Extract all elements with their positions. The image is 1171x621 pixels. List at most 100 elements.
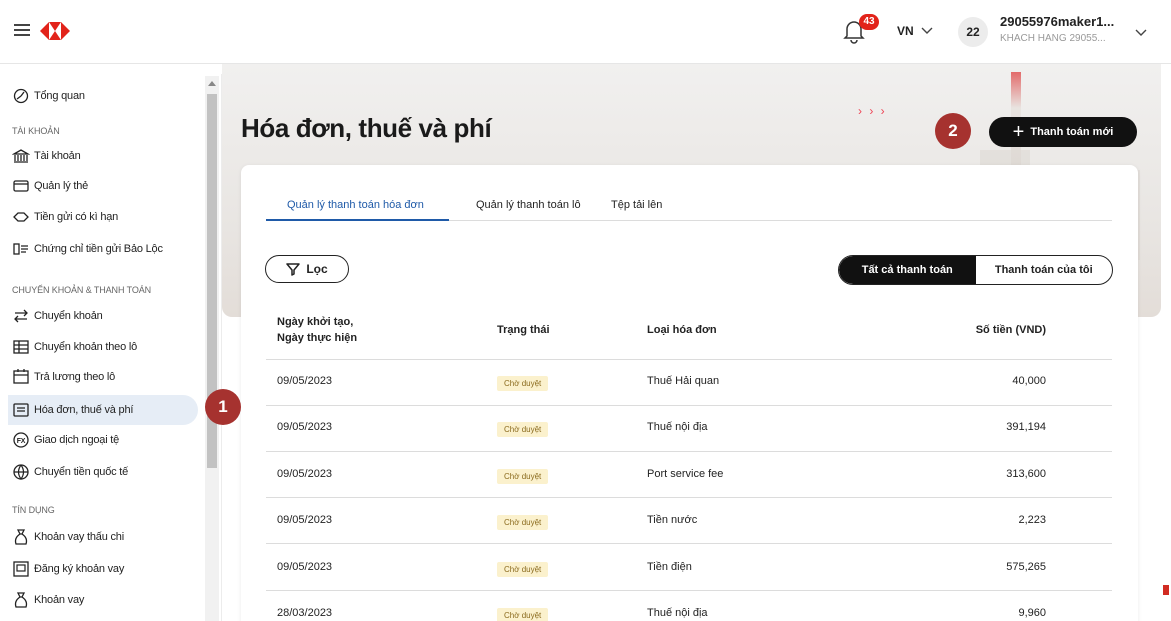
svg-text:FX: FX [17, 438, 26, 445]
sidebar-item-label: Đăng ký khoản vay [34, 563, 125, 575]
sidebar-item-label: Chuyển tiền quốc tế [34, 466, 129, 478]
sidebar-item-label: Giao dịch ngoại tệ [34, 434, 120, 446]
sidebar-item-label: Chứng chỉ tiền gửi Bảo Lộc [34, 243, 163, 255]
sidebar-item-batch-transfer[interactable]: Chuyển khoản theo lô [12, 332, 194, 362]
sidebar-item-payroll[interactable]: Trả lương theo lô [12, 362, 194, 392]
callout-marker: 2 [935, 113, 971, 149]
cell-type: Tiền nước [647, 514, 698, 526]
money-bag-icon [14, 529, 28, 545]
new-payment-label: Thanh toán mới [1030, 126, 1114, 138]
cell-type: Thuế nội địa [647, 421, 708, 433]
sidebar-item-overdraft[interactable]: Khoản vay thấu chi [12, 522, 194, 552]
sidebar-item-bills[interactable]: Hóa đơn, thuế và phí [8, 395, 198, 425]
page-title: Hóa đơn, thuế và phí [241, 113, 492, 143]
row-divider [266, 543, 1112, 544]
status-badge: Chờ duyệt [497, 422, 549, 437]
money-bag-icon [14, 592, 28, 608]
row-divider [266, 497, 1112, 498]
certificate-icon [13, 243, 28, 255]
chevron-down-icon[interactable] [920, 23, 934, 37]
cell-date: 09/05/2023 [277, 468, 333, 480]
edge-marker [1163, 585, 1169, 595]
cell-date: 09/05/2023 [277, 375, 333, 387]
my-payments-option[interactable]: Thanh toán của tôi [976, 256, 1113, 284]
document-icon [13, 561, 29, 577]
sidebar-item-loan-register[interactable]: Đăng ký khoản vay [12, 554, 194, 584]
card-icon [13, 180, 29, 192]
section-title: TÀI KHOẢN [12, 126, 60, 136]
fx-icon: FX [13, 432, 29, 448]
filter-button[interactable]: Lọc [265, 255, 349, 283]
sidebar-item-label: Khoản vay [34, 594, 85, 606]
sidebar-item-label: Tiền gửi có kì hạn [34, 211, 119, 223]
filter-icon [286, 263, 301, 276]
tab-active-indicator [266, 219, 449, 221]
sidebar-item-cards[interactable]: Quản lý thẻ [12, 171, 194, 201]
new-payment-button[interactable]: + Thanh toán mới [989, 117, 1137, 147]
status-badge: Chờ duyệt [497, 562, 549, 577]
calendar-icon [13, 369, 29, 384]
menu-icon[interactable] [14, 24, 30, 36]
sidebar-item-label: Chuyển khoản theo lô [34, 341, 138, 353]
bill-icon [13, 403, 29, 417]
row-divider [266, 451, 1112, 452]
cell-type: Tiền điện [647, 561, 692, 573]
sidebar-item-label: Tài khoản [34, 150, 81, 162]
cell-amount: 40,000 [1012, 375, 1046, 387]
plus-icon: + [1012, 121, 1025, 143]
section-title: CHUYỂN KHOẢN & THANH TOÁN [12, 285, 152, 295]
sidebar-item-label: Hóa đơn, thuế và phí [34, 404, 134, 416]
deposit-icon [13, 212, 29, 222]
user-company: KHACH HANG 29055... [1000, 33, 1106, 44]
sidebar-item-label: Tổng quan [34, 90, 85, 102]
cell-date: 09/05/2023 [277, 561, 333, 573]
sidebar-item-transfer[interactable]: Chuyển khoản [12, 301, 194, 331]
section-title: TÍN DỤNG [12, 505, 55, 515]
column-header-status: Trạng thái [497, 324, 550, 336]
decoration-arrows-icon: › › › [858, 104, 887, 118]
dashboard-icon [13, 88, 29, 104]
cell-date: 09/05/2023 [277, 421, 333, 433]
cell-date: 28/03/2023 [277, 607, 333, 619]
sidebar-item-fx[interactable]: FX Giao dịch ngoại tệ [12, 425, 194, 455]
bank-icon [12, 149, 30, 163]
sidebar-item-label: Quản lý thẻ [34, 180, 89, 192]
cell-amount: 391,194 [1006, 421, 1046, 433]
all-payments-option[interactable]: Tất cả thanh toán [839, 256, 976, 284]
sidebar: Tổng quan TÀI KHOẢN Tài khoản Quản lý th… [0, 74, 222, 621]
top-bar: 43 VN 22 29055976maker1... KHACH HANG 29… [0, 0, 1171, 64]
tab-batch-payments[interactable]: Quản lý thanh toán lô [476, 199, 581, 211]
notification-badge: 43 [859, 14, 879, 30]
row-divider [266, 405, 1112, 406]
sidebar-item-intl-transfer[interactable]: Chuyển tiền quốc tế [12, 457, 194, 487]
globe-icon [13, 464, 29, 481]
sidebar-item-term-deposit[interactable]: Tiền gửi có kì hạn [12, 202, 194, 232]
cell-amount: 575,265 [1006, 561, 1046, 573]
bank-logo-icon[interactable] [38, 18, 72, 44]
sidebar-item-accounts[interactable]: Tài khoản [12, 141, 194, 171]
content-card [241, 165, 1138, 621]
user-name: 29055976maker1... [1000, 14, 1115, 29]
sidebar-item-overview[interactable]: Tổng quan [12, 81, 194, 111]
tab-bill-payments[interactable]: Quản lý thanh toán hóa đơn [287, 199, 424, 211]
tab-uploaded-files[interactable]: Tệp tải lên [611, 199, 662, 211]
sidebar-item-label: Trả lương theo lô [34, 371, 116, 383]
cell-date: 09/05/2023 [277, 514, 333, 526]
filter-label: Lọc [306, 262, 328, 276]
column-header-type: Loại hóa đơn [647, 324, 717, 336]
chevron-down-icon[interactable] [1134, 25, 1148, 39]
status-badge: Chờ duyệt [497, 469, 549, 484]
scroll-up-icon[interactable] [208, 81, 216, 86]
header-line: Ngày thực hiện [277, 332, 358, 344]
avatar[interactable]: 22 [958, 17, 988, 47]
cell-amount: 313,600 [1006, 468, 1046, 480]
language-selector[interactable]: VN [897, 24, 914, 38]
table-icon [13, 340, 29, 354]
sidebar-item-certificate[interactable]: Chứng chỉ tiền gửi Bảo Lộc [12, 234, 194, 264]
callout-marker: 1 [205, 389, 241, 425]
row-divider [266, 590, 1112, 591]
cell-amount: 9,960 [1018, 607, 1046, 619]
sidebar-item-loans[interactable]: Khoản vay [12, 585, 194, 615]
status-badge: Chờ duyệt [497, 608, 549, 621]
header-line: Ngày khởi tạo, [277, 316, 354, 328]
